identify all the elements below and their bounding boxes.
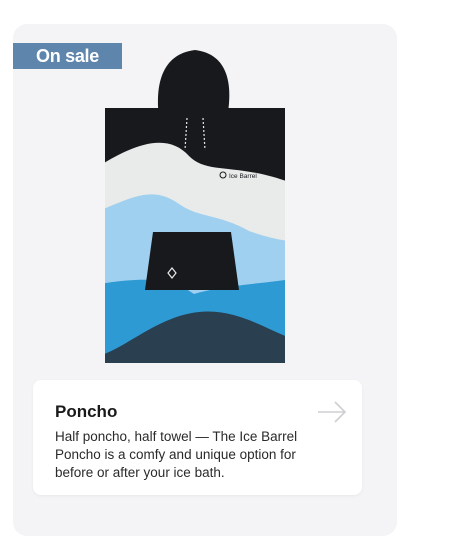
product-title: Poncho <box>55 402 118 421</box>
poncho-product-image: Ice Barrel <box>105 50 285 363</box>
product-info-panel[interactable]: Poncho Half poncho, half towel — The Ice… <box>33 380 362 495</box>
product-card[interactable]: On sale Ice Barrel Poncho Half poncho, h… <box>13 24 397 536</box>
arrow-right-icon[interactable] <box>316 400 348 424</box>
product-description: Half poncho, half towel — The Ice Barrel… <box>55 429 298 480</box>
brand-logo-text: Ice Barrel <box>229 173 257 180</box>
